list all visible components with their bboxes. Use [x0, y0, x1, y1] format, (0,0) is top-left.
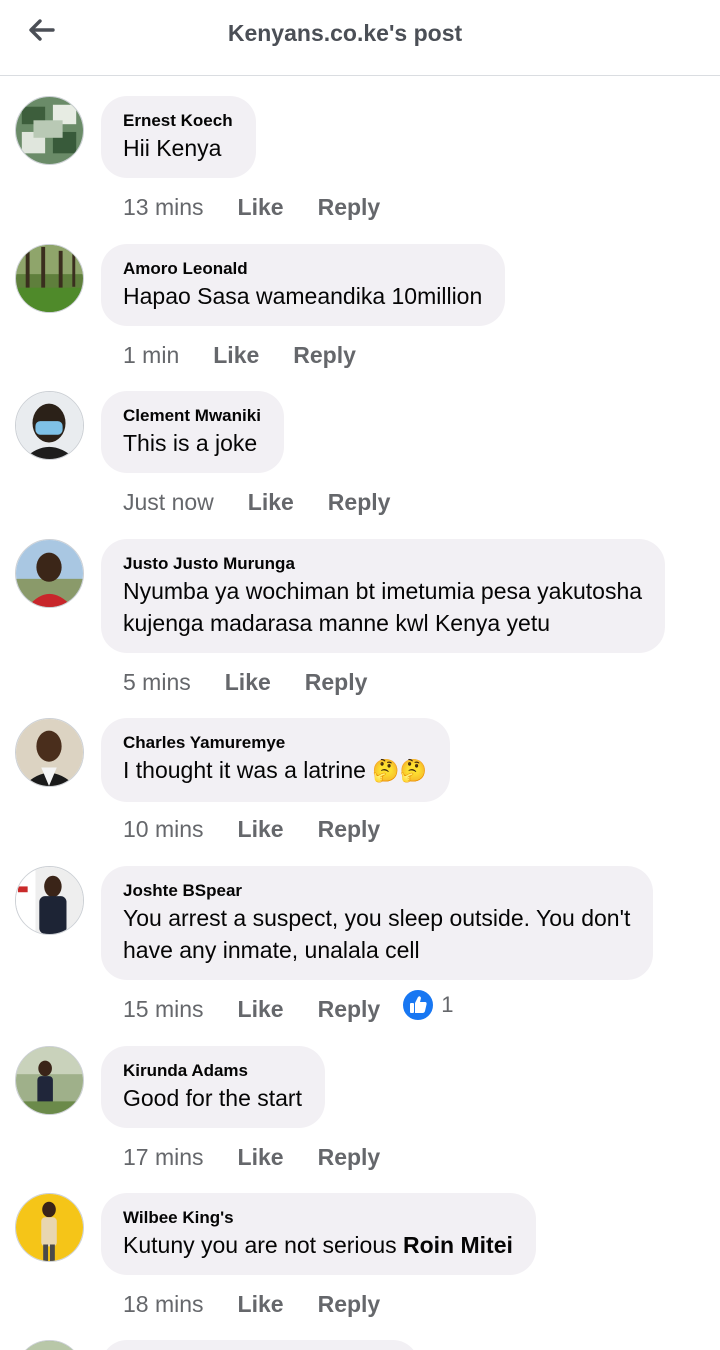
reply-button[interactable]: Reply	[318, 1291, 381, 1318]
comment-author[interactable]: Charles Yamuremye	[123, 732, 427, 754]
comment-text-line: have any inmate, unalala cell	[123, 937, 420, 963]
avatar[interactable]	[15, 1340, 84, 1350]
avatar[interactable]	[15, 96, 84, 165]
like-button[interactable]: Like	[238, 1144, 284, 1171]
comment-author[interactable]: Justo Justo Murunga	[123, 553, 642, 575]
comment-meta: 17 mins Like Reply	[123, 1142, 380, 1172]
comment-bubble: Justo Justo Murunga Nyumba ya wochiman b…	[101, 539, 666, 653]
comment-time[interactable]: 13 mins	[123, 194, 204, 221]
comment-meta: 13 mins Like Reply	[123, 192, 380, 222]
comment-bubble: Charles Yamuremye I thought it was a lat…	[101, 718, 451, 802]
comment-author[interactable]: Clement Mwaniki	[123, 405, 261, 427]
comment-meta: 18 mins Like Reply	[123, 1289, 380, 1319]
mention-link[interactable]: Roin Mitei	[403, 1232, 513, 1258]
comment-text-body: I thought it was a latrine	[123, 757, 366, 783]
comment-time[interactable]: 17 mins	[123, 1144, 204, 1171]
comment-time[interactable]: 18 mins	[123, 1291, 204, 1318]
comment-text-line: You arrest a suspect, you sleep outside.…	[123, 905, 631, 931]
comment-bubble: Joshte BSpear You arrest a suspect, you …	[101, 866, 654, 980]
reply-button[interactable]: Reply	[318, 194, 381, 221]
avatar[interactable]	[15, 539, 84, 608]
avatar[interactable]	[15, 1046, 84, 1115]
like-button[interactable]: Like	[238, 194, 284, 221]
comment-text: This is a joke	[123, 430, 258, 456]
comment-bubble: Ernest Koech Hii Kenya	[101, 96, 256, 178]
comment-bubble: Wilbee King's Kutuny you are not serious…	[101, 1193, 536, 1275]
comment-text: Hii Kenya	[123, 135, 222, 161]
like-reaction-icon	[402, 989, 435, 1021]
avatar[interactable]	[15, 391, 84, 460]
reply-button[interactable]: Reply	[318, 996, 381, 1023]
avatar[interactable]	[15, 866, 84, 935]
reply-button[interactable]: Reply	[318, 816, 381, 843]
comment-text: Kutuny you are not serious Roin Mitei	[123, 1229, 513, 1261]
like-button[interactable]: Like	[248, 489, 294, 516]
comment-time[interactable]: 15 mins	[123, 996, 204, 1023]
comment-time[interactable]: 5 mins	[123, 669, 191, 696]
comment-text-line: kujenga madarasa manne kwl Kenya yetu	[123, 610, 551, 636]
reply-button[interactable]: Reply	[318, 1144, 381, 1171]
comment-time[interactable]: 10 mins	[123, 816, 204, 843]
comment-author[interactable]: Wilbee King's	[123, 1207, 513, 1229]
comment-author[interactable]: Kirunda Adams	[123, 1060, 302, 1082]
reply-button[interactable]: Reply	[305, 669, 368, 696]
page-title: Kenyans.co.ke's post	[227, 20, 463, 46]
thinking-face-emoji-icon: 🤔🤔	[372, 759, 428, 784]
top-bar: Kenyans.co.ke's post	[0, 0, 720, 76]
comment-time[interactable]: Just now	[123, 489, 214, 516]
comment-text-line: Nyumba ya wochiman bt imetumia pesa yaku…	[123, 578, 643, 604]
comment-meta: 15 mins Like Reply 1	[123, 989, 453, 1024]
comment-time[interactable]: 1 min	[123, 342, 179, 369]
comment-meta: 5 mins Like Reply	[123, 667, 367, 697]
comment-text: Hapao Sasa wameandika 10million	[123, 283, 483, 309]
comment-meta: Just now Like Reply	[123, 487, 390, 517]
like-button[interactable]: Like	[225, 669, 271, 696]
comment-author[interactable]: Amoro Leonald	[123, 258, 482, 280]
reaction-count: 1	[441, 992, 454, 1017]
comment-bubble: Amoro Leonald Hapao Sasa wameandika 10mi…	[101, 244, 506, 326]
comment-author[interactable]: Joshte BSpear	[123, 880, 630, 902]
avatar[interactable]	[15, 244, 84, 313]
comment-text-body: Kutuny you are not serious	[123, 1232, 403, 1258]
comment-bubble: Clement Mwaniki This is a joke	[101, 391, 284, 473]
reaction-summary[interactable]: 1	[402, 989, 453, 1021]
like-button[interactable]: Like	[238, 1291, 284, 1318]
comment-text: I thought it was a latrine 🤔🤔	[123, 754, 427, 788]
comment-text: Good for the start	[123, 1085, 302, 1111]
comment-bubble	[101, 1340, 419, 1350]
avatar[interactable]	[15, 718, 84, 787]
avatar[interactable]	[15, 1193, 84, 1262]
like-button[interactable]: Like	[213, 342, 259, 369]
comment-author[interactable]: Ernest Koech	[123, 110, 233, 132]
reply-button[interactable]: Reply	[293, 342, 356, 369]
like-button[interactable]: Like	[238, 996, 284, 1023]
reply-button[interactable]: Reply	[328, 489, 391, 516]
comment-meta: 10 mins Like Reply	[123, 814, 380, 844]
comment-bubble: Kirunda Adams Good for the start	[101, 1046, 325, 1128]
comment-meta: 1 min Like Reply	[123, 340, 356, 370]
like-button[interactable]: Like	[238, 816, 284, 843]
